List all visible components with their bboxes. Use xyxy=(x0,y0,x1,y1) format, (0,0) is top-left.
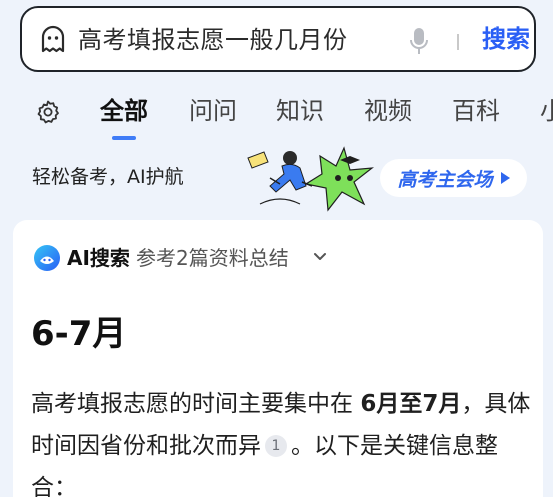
microphone-icon[interactable] xyxy=(408,26,430,56)
gaokao-main-venue-button[interactable]: 高考主会场 xyxy=(380,159,527,197)
search-button[interactable]: 搜索 xyxy=(482,24,530,54)
play-arrow-icon xyxy=(500,172,510,184)
tab-bar: 全部 问问 知识 视频 百科 小 xyxy=(0,90,553,142)
ai-search-label: AI搜索 xyxy=(67,246,130,270)
active-tab-indicator xyxy=(112,136,136,140)
tab-knowledge[interactable]: 知识 xyxy=(276,96,324,126)
body-highlight: 6月至7月 xyxy=(360,391,462,417)
promo-text: 轻松备考，AI护航 xyxy=(32,166,184,188)
tab-encyclopedia[interactable]: 百科 xyxy=(452,96,500,126)
answer-headline: 6-7月 xyxy=(31,314,127,354)
tab-more[interactable]: 小 xyxy=(540,96,553,126)
tab-ask[interactable]: 问问 xyxy=(189,96,237,126)
tab-all[interactable]: 全部 xyxy=(100,96,148,126)
promo-pill-label: 高考主会场 xyxy=(397,168,493,191)
ghost-icon xyxy=(41,25,65,53)
ai-search-logo-icon xyxy=(34,245,60,271)
citation-badge[interactable]: 1 xyxy=(265,435,287,457)
sources-summary[interactable]: 参考2篇资料总结 xyxy=(136,244,289,272)
search-input[interactable]: 高考填报志愿一般几月份 xyxy=(78,25,348,55)
ai-answer-card: AI搜索 参考2篇资料总结 6-7月 高考填报志愿的时间主要集中在 6月至7月，… xyxy=(13,220,543,497)
exam-mascot-illustration xyxy=(247,146,374,212)
search-divider xyxy=(457,34,459,50)
answer-body: 高考填报志愿的时间主要集中在 6月至7月，具体时间因省份和批次而异 1 。以下是关键… xyxy=(31,383,531,497)
chevron-down-icon[interactable] xyxy=(313,251,327,263)
settings-icon[interactable] xyxy=(35,99,61,125)
body-text-1: 高考填报志愿的时间主要集中在 xyxy=(31,391,361,417)
tab-video[interactable]: 视频 xyxy=(364,96,412,126)
search-bar[interactable]: 高考填报志愿一般几月份 搜索 xyxy=(20,6,536,72)
